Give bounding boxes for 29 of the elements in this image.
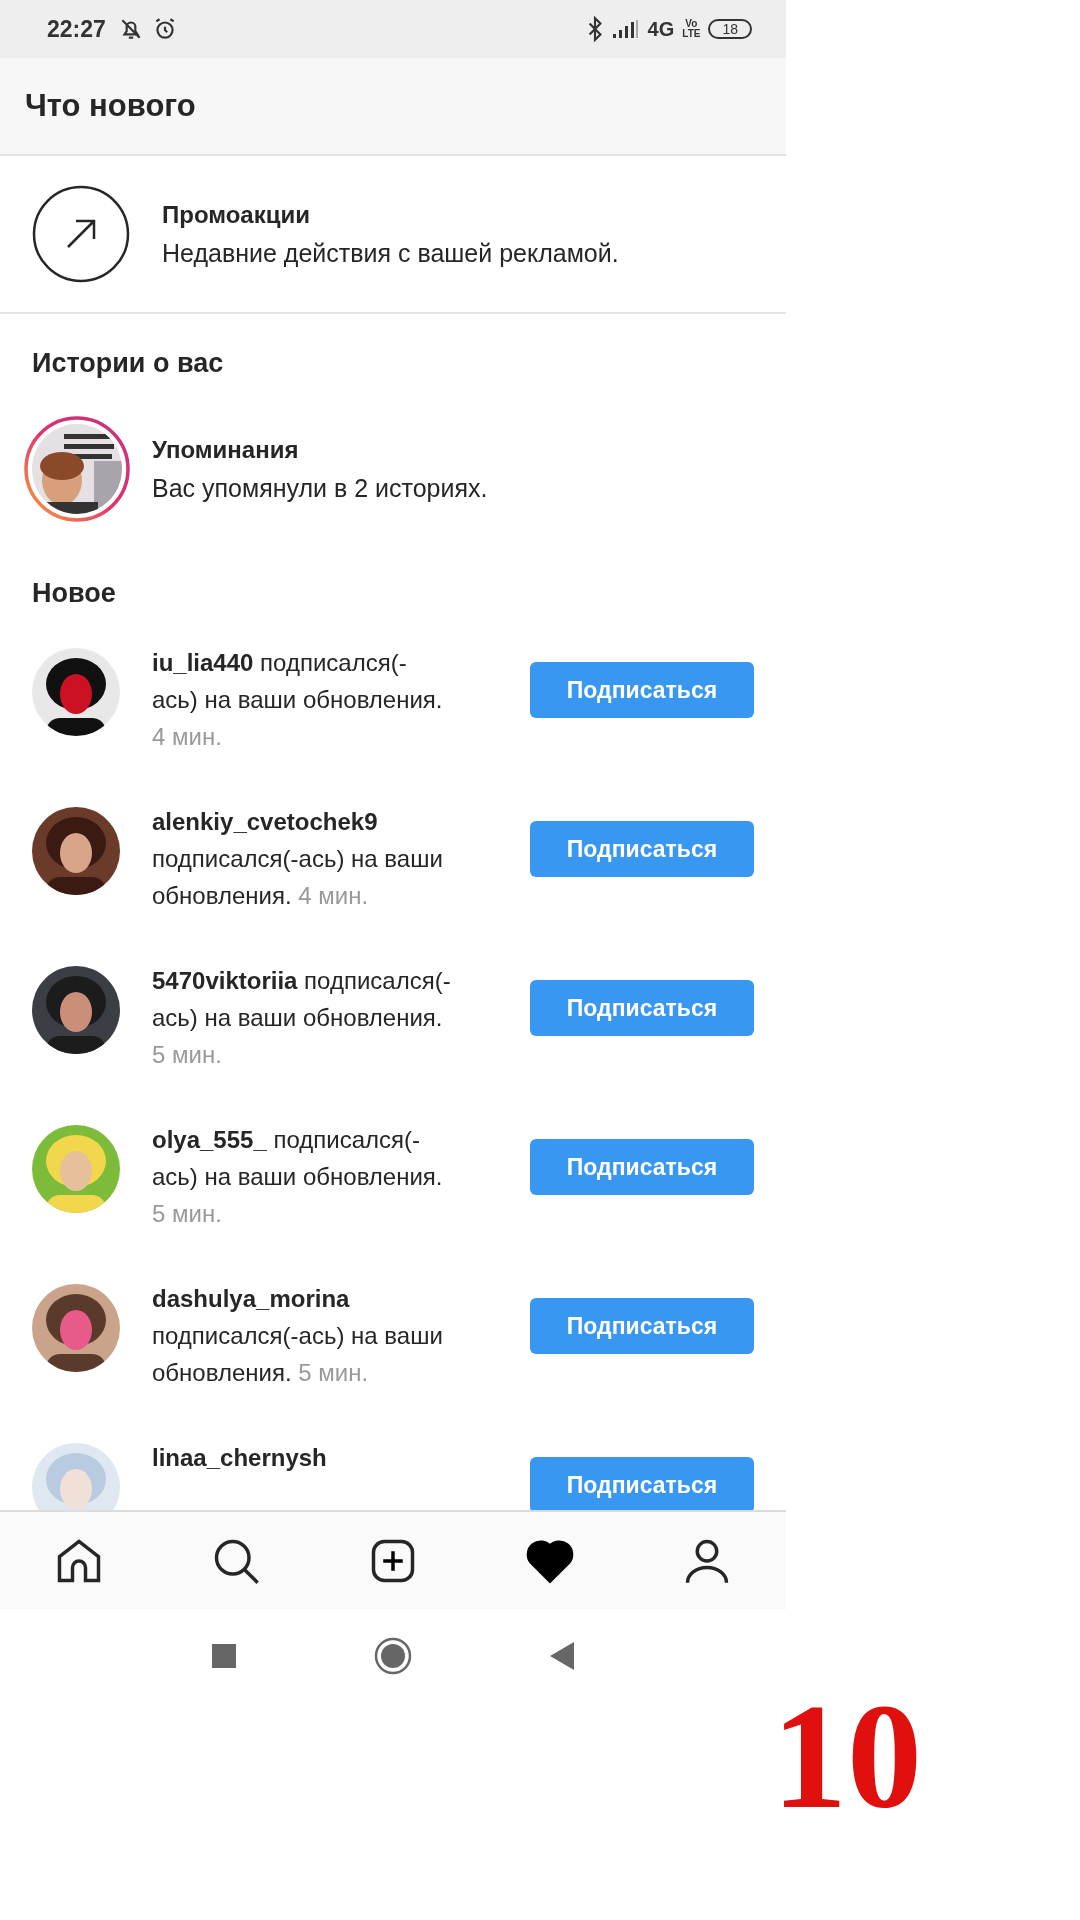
follow-button[interactable]: Подписаться bbox=[530, 1457, 754, 1510]
arrow-circle-icon bbox=[32, 185, 130, 283]
notification-text: linaa_chernysh bbox=[152, 1443, 328, 1473]
notification-text: dashulya_morina подписался(-ась) на ваши обновления. 5 мин. bbox=[152, 1284, 444, 1388]
notification-text: alenkiy_cvetochek9 подписался(-ась) на ваши обновления. 4 мин. bbox=[152, 807, 444, 911]
volte-label: Vo bbox=[685, 19, 698, 29]
page-title: Что нового bbox=[25, 88, 196, 124]
promo-title: Промоакции bbox=[162, 200, 311, 229]
mentions-title: Упоминания bbox=[152, 435, 300, 464]
follow-button[interactable]: Подписаться bbox=[530, 821, 754, 877]
notification-text: iu_lia440 подписался(-ась) на ваши обновления. 4 мин. bbox=[152, 648, 444, 752]
battery-level: 18 bbox=[708, 19, 752, 39]
volte-label: LTE bbox=[682, 29, 701, 39]
back-icon[interactable] bbox=[550, 1642, 574, 1670]
follow-button[interactable]: Подписаться bbox=[530, 662, 754, 718]
notification-text: 5470viktoriia подписался(-ась) на ваши обновления. 5 мин. bbox=[152, 966, 452, 1070]
signal-icon bbox=[611, 19, 640, 39]
notification-text: olya_555_ подписался(-ась) на ваши обновления. 5 мин. bbox=[152, 1125, 444, 1229]
promo-subtitle: Недавние действия с вашей рекламой. bbox=[162, 238, 619, 268]
home-button-icon[interactable] bbox=[374, 1637, 412, 1675]
clock-time: 22:27 bbox=[47, 15, 106, 43]
follow-button[interactable]: Подписаться bbox=[530, 980, 754, 1036]
follow-button[interactable]: Подписаться bbox=[530, 1298, 754, 1354]
follow-button[interactable]: Подписаться bbox=[530, 1139, 754, 1195]
section-title: Новое bbox=[31, 577, 117, 610]
network-type: 4G bbox=[647, 17, 675, 41]
step-number: 10 bbox=[772, 1672, 922, 1841]
mentions-subtitle: Вас упомянули в 2 историях. bbox=[152, 473, 488, 503]
section-title: Истории о вас bbox=[31, 347, 225, 380]
